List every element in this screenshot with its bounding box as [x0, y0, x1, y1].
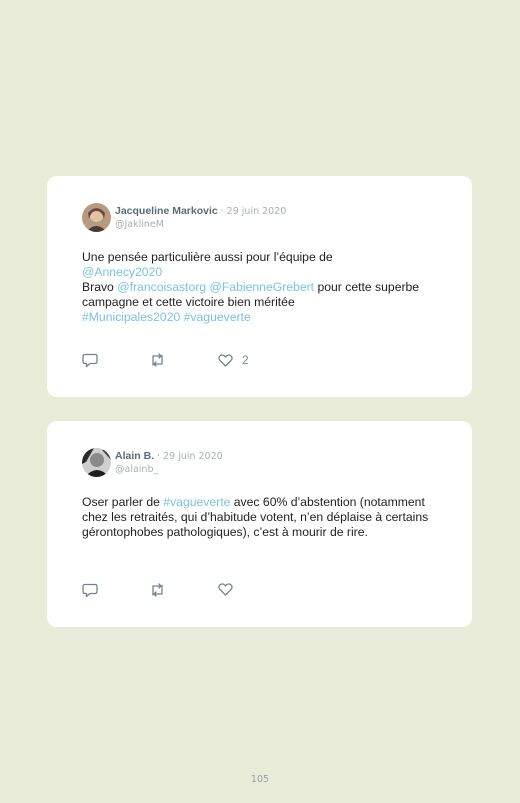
tweet-date: · 29 juin 2020 — [157, 451, 223, 462]
mention-link[interactable]: @francoisastorg — [117, 280, 206, 294]
mention-link[interactable]: @FabienneGrebert — [210, 280, 315, 294]
retweet-button[interactable] — [149, 583, 166, 597]
tweet-card[interactable]: Alain B. · 29 juin 2020 @alainb_ Oser pa… — [47, 421, 472, 627]
heart-icon — [218, 583, 233, 596]
heart-icon — [218, 353, 233, 367]
tweet-text: Oser parler de #vagueverte avec 60% d’ab… — [82, 495, 432, 540]
reply-button[interactable] — [82, 583, 98, 598]
mention-link[interactable]: @Annecy2020 — [82, 265, 162, 279]
like-button[interactable]: 2 — [218, 353, 249, 367]
retweet-icon — [152, 583, 163, 597]
avatar[interactable] — [82, 203, 111, 232]
comment-icon — [82, 353, 98, 368]
text-segment: Bravo — [82, 280, 114, 294]
hashtag-link[interactable]: #vagueverte — [184, 310, 251, 324]
text-segment: Oser parler de — [82, 495, 160, 509]
author-handle[interactable]: @JaklineM — [115, 219, 164, 230]
tweet-text: Une pensée particulière aussi pour l’équ… — [82, 250, 432, 325]
tweet-actions — [82, 583, 282, 599]
retweet-icon — [152, 353, 163, 367]
tweet-actions: 2 — [82, 353, 282, 369]
tweet-card[interactable]: Jacqueline Markovic · 29 juin 2020 @Jakl… — [47, 176, 472, 397]
like-count: 2 — [242, 353, 249, 367]
comment-icon — [82, 583, 98, 598]
author-name[interactable]: Alain B. — [115, 450, 154, 462]
hashtag-link[interactable]: #Municipales2020 — [82, 310, 180, 324]
page-number: 105 — [250, 774, 270, 785]
hashtag-link[interactable]: #vagueverte — [163, 495, 230, 509]
retweet-button[interactable] — [149, 353, 166, 367]
like-button[interactable] — [218, 583, 233, 596]
avatar[interactable] — [82, 448, 111, 477]
tweet-date: · 29 juin 2020 — [220, 206, 287, 217]
author-handle[interactable]: @alainb_ — [115, 464, 158, 475]
author-name[interactable]: Jacqueline Markovic — [115, 205, 218, 217]
reply-button[interactable] — [82, 353, 98, 368]
text-segment: Une pensée particulière aussi pour l’équ… — [82, 250, 333, 264]
